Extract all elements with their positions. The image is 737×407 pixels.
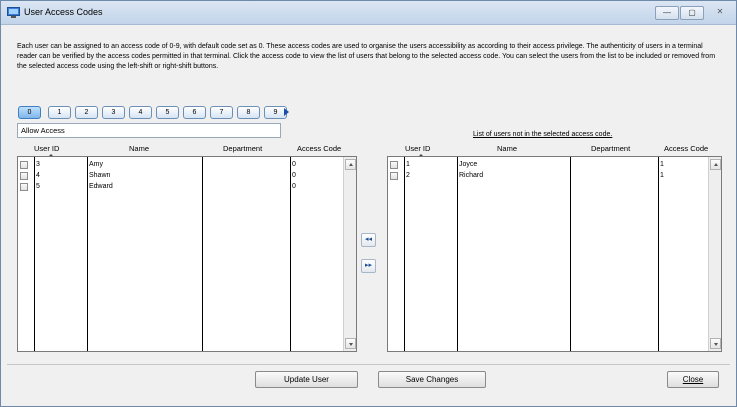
arrow-down-icon [714,343,718,346]
access-code-button-1[interactable]: 1 [48,106,71,119]
left-list-header: User ID Name Department Access Code [17,144,357,157]
access-code-button-7[interactable]: 7 [210,106,233,119]
user-id-cell: 5 [36,183,40,190]
user-id-cell: 4 [36,172,40,179]
minimize-button[interactable]: — [655,6,679,20]
access-code-button-2[interactable]: 2 [75,106,98,119]
name-cell: Shawn [89,172,111,179]
user-id-cell: 1 [406,161,410,168]
right-list-header: User ID Name Department Access Code [387,144,722,157]
access-code-cell: 1 [660,161,664,168]
column-header-user-id[interactable]: User ID [34,144,59,153]
scroll-down-button[interactable] [710,338,721,349]
column-header-department[interactable]: Department [223,144,262,153]
access-code-button-4[interactable]: 4 [129,106,152,119]
update-user-button[interactable]: Update User [255,371,358,388]
access-code-cell: 0 [292,183,296,190]
row-checkbox[interactable] [20,183,28,191]
table-row[interactable]: 1 Joyce 1 [388,160,706,169]
column-header-name[interactable]: Name [497,144,517,153]
name-cell: Edward [89,183,113,190]
name-cell: Amy [89,161,103,168]
access-code-button-8[interactable]: 8 [237,106,260,119]
table-row[interactable]: 5 Edward 0 [18,182,338,191]
table-row[interactable]: 2 Richard 1 [388,171,706,180]
scroll-down-button[interactable] [345,338,356,349]
column-header-access-code[interactable]: Access Code [297,144,341,153]
save-changes-button[interactable]: Save Changes [378,371,486,388]
scroll-up-button[interactable] [345,159,356,170]
next-codes-arrow-icon[interactable] [284,108,289,116]
access-code-name-field[interactable]: Allow Access [17,123,281,138]
window-title: User Access Codes [24,7,103,17]
scroll-up-button[interactable] [710,159,721,170]
left-list-scrollbar[interactable] [343,157,356,351]
column-header-access-code[interactable]: Access Code [664,144,708,153]
shift-left-button[interactable]: ◂◂ [361,233,376,247]
access-code-button-6[interactable]: 6 [183,106,206,119]
arrow-up-icon [349,163,353,166]
user-access-codes-window: User Access Codes — ▢ ✕ Each user can be… [0,0,737,407]
maximize-button[interactable]: ▢ [680,6,704,20]
main-panel: Each user can be assigned to an access c… [7,31,730,361]
name-cell: Richard [459,172,484,179]
access-code-button-0[interactable]: 0 [18,106,41,119]
arrow-down-icon [349,343,353,346]
instructions-text: Each user can be assigned to an access c… [17,43,716,70]
name-cell: Joyce [459,161,478,168]
row-checkbox[interactable] [20,161,28,169]
shift-right-button[interactable]: ▸▸ [361,259,376,273]
access-code-cell: 0 [292,161,296,168]
unselected-code-users-table[interactable]: 1 Joyce 1 2 Richard 1 [387,156,722,352]
column-header-name[interactable]: Name [129,144,149,153]
access-code-cell: 0 [292,172,296,179]
close-button[interactable]: Close [667,371,719,388]
table-row[interactable]: 4 Shawn 0 [18,171,338,180]
selected-code-users-table[interactable]: 3 Amy 0 4 Shawn 0 5 Edward 0 [17,156,357,352]
arrow-up-icon [714,163,718,166]
access-code-button-3[interactable]: 3 [102,106,125,119]
row-checkbox[interactable] [390,161,398,169]
title-bar[interactable]: User Access Codes — ▢ ✕ [1,1,736,25]
user-id-cell: 3 [36,161,40,168]
access-code-cell: 1 [660,172,664,179]
footer-divider [7,364,730,365]
close-window-button[interactable]: ✕ [709,6,731,20]
user-id-cell: 2 [406,172,410,179]
users-icon [7,7,20,18]
access-code-button-5[interactable]: 5 [156,106,179,119]
row-checkbox[interactable] [20,172,28,180]
right-list-scrollbar[interactable] [708,157,721,351]
right-list-caption: List of users not in the selected access… [473,131,613,138]
column-header-department[interactable]: Department [591,144,630,153]
column-header-user-id[interactable]: User ID [405,144,430,153]
row-checkbox[interactable] [390,172,398,180]
table-row[interactable]: 3 Amy 0 [18,160,338,169]
